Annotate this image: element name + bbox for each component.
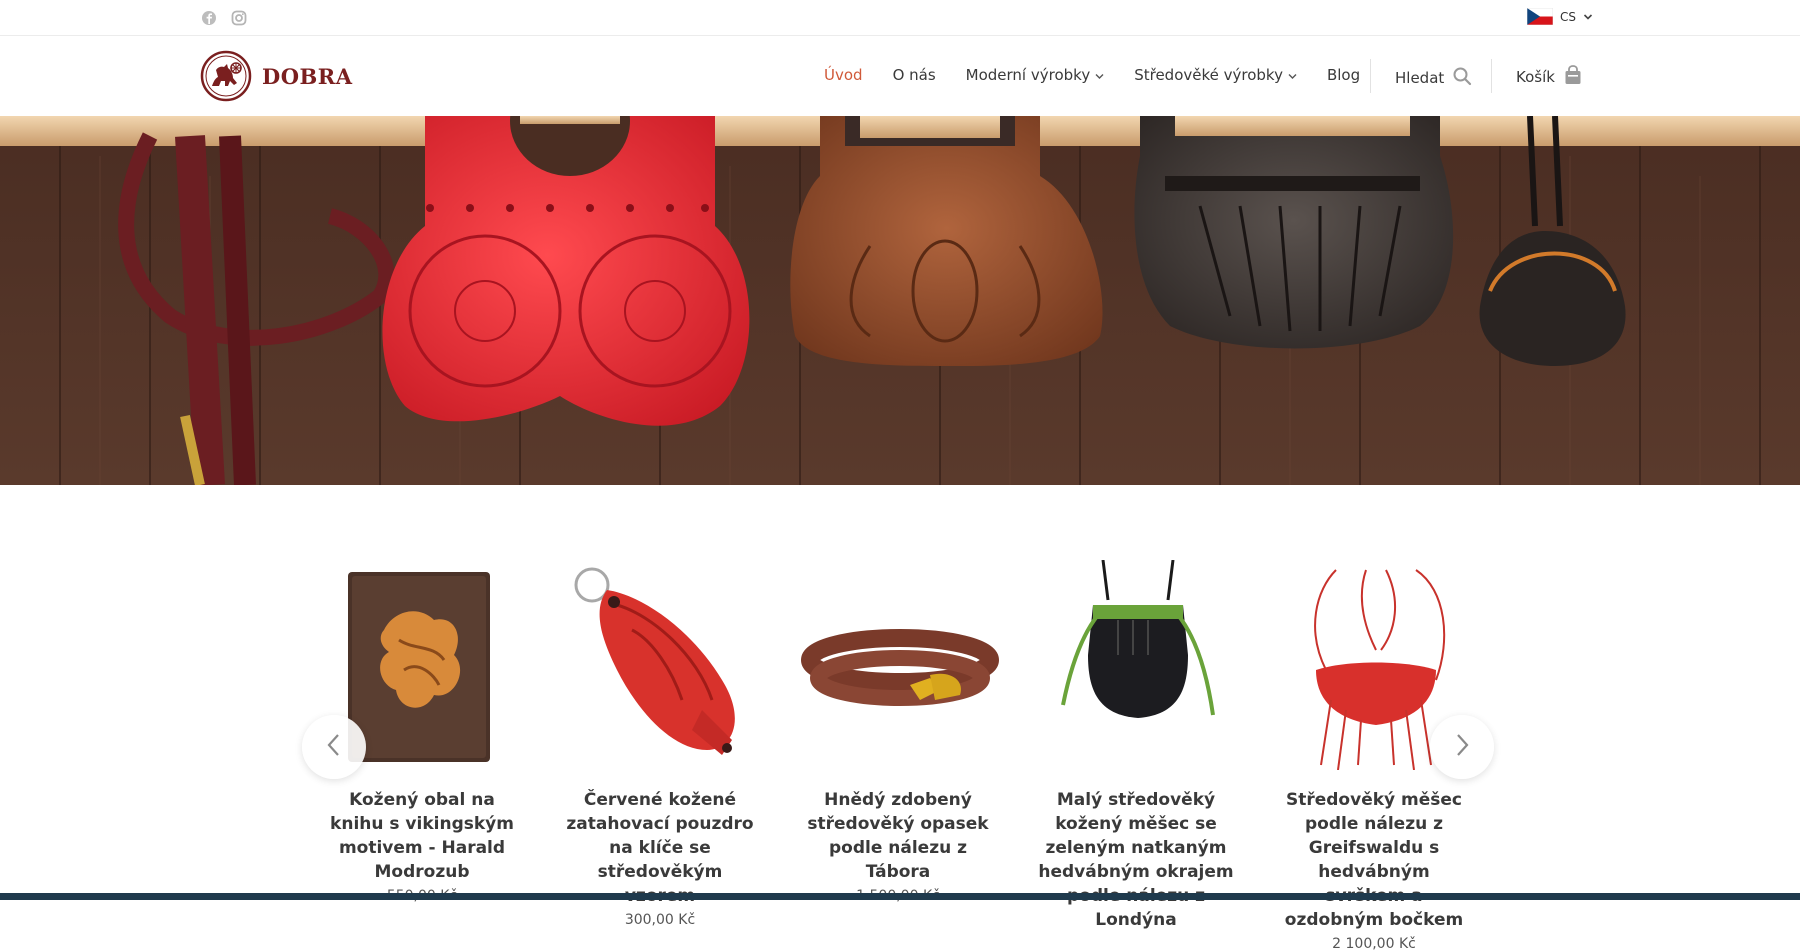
chevron-down-icon — [1095, 66, 1104, 84]
product-title: Červené kožené zatahovací pouzdro na klí… — [566, 790, 754, 906]
search-button[interactable]: Hledat — [1395, 66, 1472, 90]
carousel-next-button[interactable] — [1430, 715, 1494, 779]
product-image — [562, 560, 762, 770]
nav-item-stredoveke-vyrobky[interactable]: Středověké výrobky — [1134, 66, 1297, 84]
product-card[interactable]: Malý středověký kožený měšec se zeleným … — [1038, 559, 1234, 936]
product-title: Hnědý zdobený středověký opasek podle ná… — [807, 790, 989, 882]
language-code: CS — [1560, 9, 1576, 24]
horse-logo-icon — [200, 50, 252, 102]
chevron-down-icon — [1288, 66, 1297, 84]
facebook-icon[interactable] — [200, 9, 218, 27]
search-label: Hledat — [1395, 69, 1445, 87]
product-title: Kožený obal na knihu s vikingským motive… — [330, 790, 514, 882]
product-image — [1038, 559, 1238, 770]
main-nav: Úvod O nás Moderní výrobky Středověké vý… — [824, 66, 1390, 84]
chevron-down-icon — [1583, 10, 1593, 24]
header: DOBRA Úvod O nás Moderní výrobky Středov… — [0, 36, 1800, 116]
chevron-left-icon — [326, 733, 342, 761]
nav-item-moderni-vyrobky[interactable]: Moderní výrobky — [966, 66, 1105, 84]
chevron-right-icon — [1454, 733, 1470, 761]
product-carousel: Kožený obal na knihu s vikingským motive… — [0, 485, 1800, 952]
product-title: Malý středověký kožený měšec se zeleným … — [1038, 790, 1234, 930]
product-image — [800, 560, 1000, 770]
top-bar: CS — [0, 0, 1800, 36]
product-card[interactable]: Červené kožené zatahovací pouzdro na klí… — [562, 560, 758, 928]
nav-item-blog[interactable]: Blog — [1327, 66, 1360, 84]
bottom-bar — [0, 893, 1800, 900]
logo-text: DOBRA — [262, 63, 353, 89]
site-logo[interactable]: DOBRA — [200, 50, 353, 102]
social-links — [200, 9, 248, 27]
language-selector[interactable]: CS — [1526, 7, 1593, 26]
cart-label: Košík — [1516, 68, 1555, 86]
carousel-prev-button[interactable] — [302, 715, 366, 779]
nav-item-o-nas[interactable]: O nás — [893, 66, 936, 84]
search-icon — [1452, 66, 1472, 90]
hero-banner-image — [0, 116, 1800, 485]
instagram-icon[interactable] — [230, 9, 248, 27]
product-card[interactable]: Hnědý zdobený středověký opasek podle ná… — [800, 560, 999, 904]
shopping-bag-icon — [1563, 64, 1583, 90]
product-price: 2 100,00 Kč — [1332, 936, 1416, 952]
cart-button[interactable]: Košík — [1516, 64, 1583, 90]
product-title: Středověký měšec podle nálezu z Greifswa… — [1284, 790, 1464, 930]
nav-divider — [1370, 59, 1371, 93]
product-price: 300,00 Kč — [624, 912, 696, 928]
nav-divider — [1491, 59, 1492, 93]
czech-flag-icon — [1526, 7, 1554, 26]
nav-item-uvod[interactable]: Úvod — [824, 66, 863, 84]
